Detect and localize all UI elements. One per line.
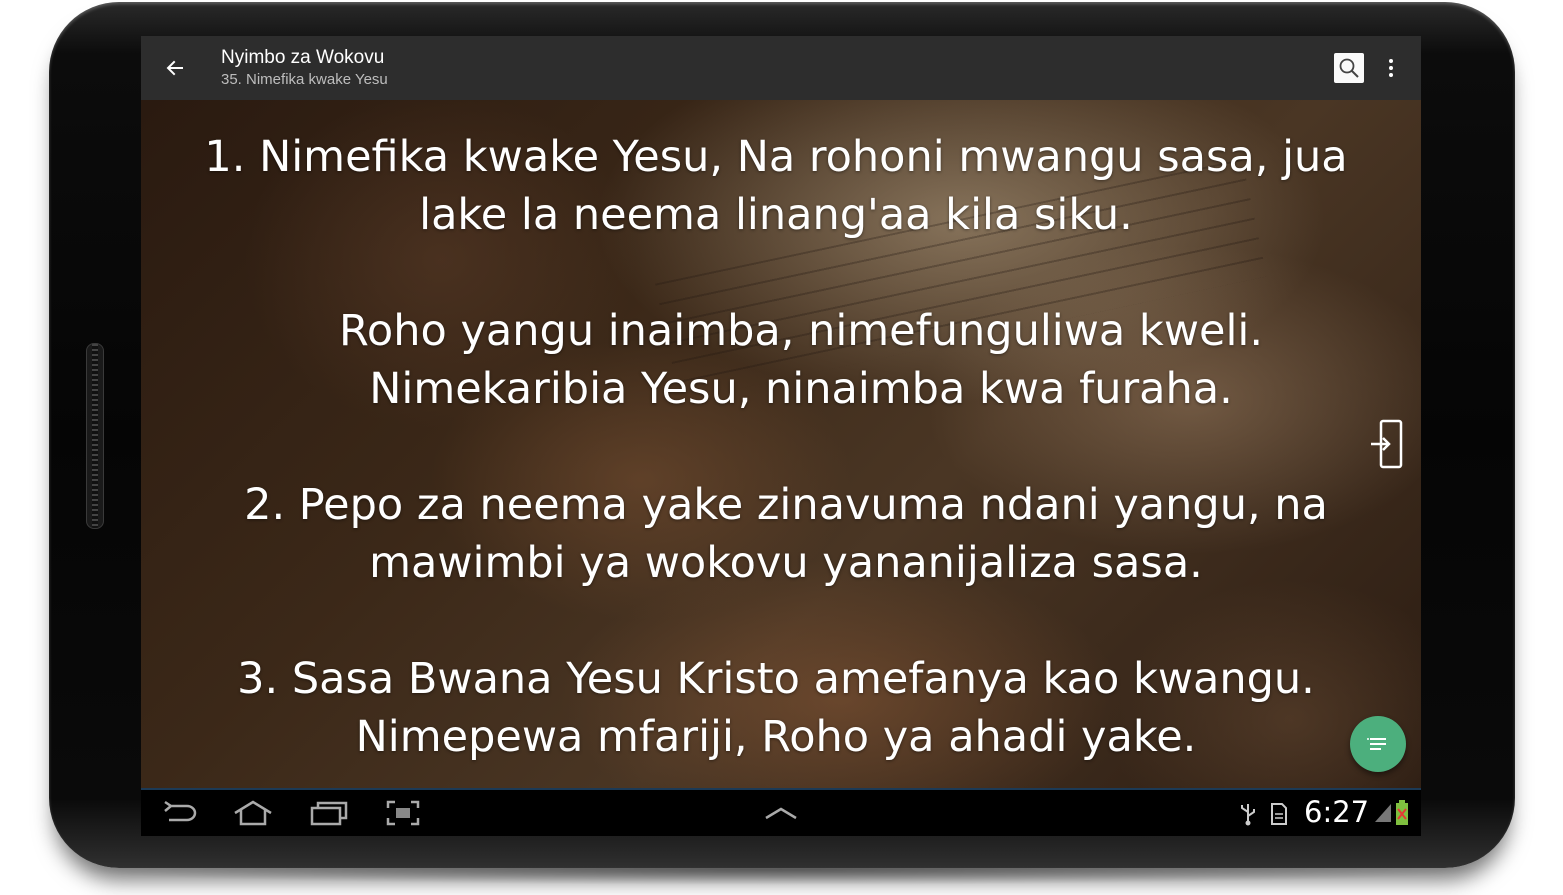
back-icon	[164, 800, 197, 822]
list-icon	[1367, 738, 1386, 750]
title-block: Nyimbo za Wokovu 35. Nimefika kwake Yesu	[221, 46, 388, 90]
verse-3: 3. Sasa Bwana Yesu Kristo amefanya kao k…	[141, 650, 1411, 766]
recent-apps-icon	[310, 801, 348, 826]
usb-icon	[1241, 804, 1255, 826]
app-title: Nyimbo za Wokovu	[221, 47, 385, 68]
status-clock: 6:27	[1304, 795, 1370, 829]
search-button[interactable]	[1334, 53, 1364, 83]
lyric-line: lake la neema linang'aa kila siku.	[419, 190, 1133, 240]
nav-home-button[interactable]	[233, 796, 273, 830]
action-bar: Nyimbo za Wokovu 35. Nimefika kwake Yesu	[141, 36, 1421, 100]
overflow-menu-button[interactable]	[1379, 52, 1403, 84]
overflow-menu-icon	[1389, 59, 1393, 63]
back-arrow-icon	[166, 60, 183, 76]
lyric-line: 2. Pepo za neema yake zinavuma ndani yan…	[244, 480, 1328, 530]
lyric-line: mawimbi ya wokovu yananijaliza sasa.	[369, 538, 1203, 588]
nav-menu-up-button[interactable]	[761, 796, 801, 830]
list-fab-button[interactable]	[1350, 716, 1406, 772]
lyric-line: Nimepewa mfariji, Roho ya ahadi yake.	[355, 712, 1197, 762]
lyric-line: Nimekaribia Yesu, ninaimba kwa furaha.	[369, 364, 1233, 414]
nav-screenshot-button[interactable]	[383, 796, 423, 830]
speaker-grille	[86, 343, 104, 529]
lyric-line: 1. Nimefika kwake Yesu, Na rohoni mwangu…	[204, 132, 1348, 182]
system-bar: 6:27	[141, 788, 1421, 836]
signal-icon	[1375, 804, 1391, 822]
lyrics-text: 1. Nimefika kwake Yesu, Na rohoni mwangu…	[141, 128, 1411, 766]
lyrics-view[interactable]: 1. Nimefika kwake Yesu, Na rohoni mwangu…	[141, 100, 1421, 788]
battery-icon	[1396, 800, 1408, 825]
lyric-line: Roho yangu inaimba, nimefunguliwa kweli.	[338, 306, 1264, 356]
nav-back-button[interactable]	[159, 796, 199, 830]
menu-up-icon	[765, 807, 797, 820]
screen: Nyimbo za Wokovu 35. Nimefika kwake Yesu…	[141, 36, 1421, 836]
sd-card-icon	[1271, 803, 1287, 825]
song-subtitle: 35. Nimefika kwake Yesu	[221, 71, 388, 88]
exit-to-app-icon	[1371, 419, 1403, 469]
home-icon	[234, 800, 272, 826]
verse-2: 2. Pepo za neema yake zinavuma ndani yan…	[141, 476, 1411, 592]
chorus: Roho yangu inaimba, nimefunguliwa kweli.…	[141, 302, 1411, 418]
nav-recent-apps-button[interactable]	[309, 796, 349, 830]
back-button[interactable]	[159, 52, 191, 84]
lyric-line: 3. Sasa Bwana Yesu Kristo amefanya kao k…	[237, 654, 1315, 704]
verse-1: 1. Nimefika kwake Yesu, Na rohoni mwangu…	[141, 128, 1411, 244]
search-icon	[1339, 58, 1359, 78]
exit-to-app-button[interactable]	[1369, 418, 1405, 472]
screenshot-icon	[386, 800, 420, 826]
